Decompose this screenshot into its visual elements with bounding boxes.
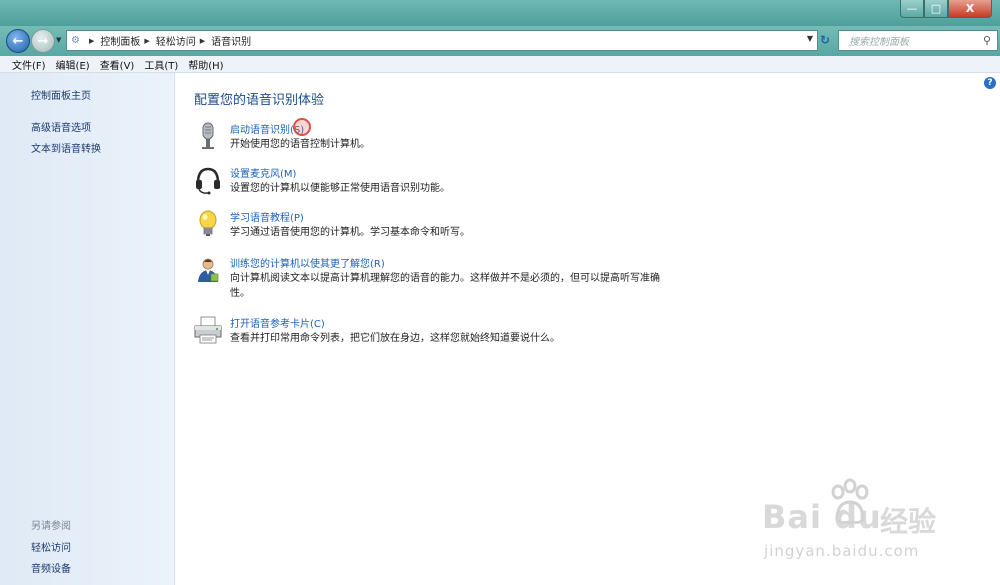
ease-of-access-link[interactable]: 轻松访问 bbox=[31, 539, 71, 554]
maximize-button[interactable]: □ bbox=[924, 0, 948, 18]
task-speech-reference-card: 打开语音参考卡片(C) 查看并打印常用命令列表，把它们放在身边，这样您就始终知道… bbox=[193, 315, 713, 349]
watermark-brand-cn: 经验 bbox=[880, 505, 937, 538]
close-button[interactable]: X bbox=[948, 0, 992, 18]
address-dropdown-icon[interactable]: ▼ bbox=[807, 34, 813, 43]
control-panel-icon: ⚙ bbox=[71, 35, 80, 46]
page-title: 配置您的语音识别体验 bbox=[194, 93, 325, 108]
train-computer-link[interactable]: 训练您的计算机以使其更了解您(R) bbox=[230, 255, 385, 270]
printer-icon bbox=[194, 316, 222, 344]
text-to-speech-link[interactable]: 文本到语音转换 bbox=[31, 140, 101, 155]
title-bar: — □ X bbox=[0, 0, 1000, 26]
task-description: 设置您的计算机以便能够正常使用语音识别功能。 bbox=[230, 183, 450, 194]
menu-edit[interactable]: 编辑(E) bbox=[56, 57, 90, 72]
menu-help[interactable]: 帮助(H) bbox=[188, 57, 223, 72]
back-button[interactable]: ← bbox=[6, 29, 30, 53]
help-icon[interactable]: ? bbox=[984, 77, 996, 89]
arrow-left-icon: ← bbox=[12, 33, 24, 49]
microphone-icon bbox=[202, 122, 214, 149]
see-also-heading: 另请参阅 bbox=[31, 521, 71, 532]
task-description: 开始使用您的语音控制计算机。 bbox=[230, 139, 370, 150]
address-bar[interactable]: ⚙ ▶ 控制面板 ▶ 轻松访问 ▶ 语音识别 ▼ bbox=[66, 30, 818, 51]
navigation-bar: ← → ▼ ⚙ ▶ 控制面板 ▶ 轻松访问 ▶ 语音识别 ▼ ↻ 搜索控制面板 … bbox=[0, 26, 1000, 56]
menu-tools[interactable]: 工具(T) bbox=[144, 57, 178, 72]
task-description: 向计算机阅读文本以提高计算机理解您的语音的能力。这样做并不是必须的，但可以提高听… bbox=[230, 273, 660, 299]
breadcrumb-item-control-panel[interactable]: 控制面板 bbox=[100, 33, 140, 48]
person-icon bbox=[198, 258, 219, 282]
menu-view[interactable]: 查看(V) bbox=[100, 57, 135, 72]
menu-file[interactable]: 文件(F) bbox=[12, 57, 46, 72]
set-up-microphone-link[interactable]: 设置麦克风(M) bbox=[230, 165, 296, 180]
watermark-brand: Bai du bbox=[762, 498, 882, 536]
task-speech-tutorial: 学习语音教程(P) 学习通过语音使用您的计算机。学习基本命令和听写。 bbox=[193, 209, 713, 243]
baidu-watermark: Bai du 经验 jingyan.baidu.com bbox=[762, 478, 992, 578]
task-start-speech-recognition: 启动语音识别(S) 开始使用您的语音控制计算机。 bbox=[193, 118, 713, 155]
breadcrumb-item-speech-recognition[interactable]: 语音识别 bbox=[211, 33, 251, 48]
window-controls: — □ X bbox=[900, 0, 992, 18]
search-input[interactable]: 搜索控制面板 bbox=[849, 33, 983, 48]
audio-devices-link[interactable]: 音频设备 bbox=[31, 560, 71, 575]
headset-icon bbox=[196, 167, 220, 195]
search-icon[interactable]: ⚲ bbox=[983, 34, 997, 47]
left-navigation-pane: 控制面板主页 高级语音选项 文本到语音转换 另请参阅 轻松访问 音频设备 bbox=[0, 73, 175, 585]
menu-bar: 文件(F) 编辑(E) 查看(V) 工具(T) 帮助(H) bbox=[0, 56, 1000, 73]
breadcrumb-separator-icon[interactable]: ▶ bbox=[89, 37, 94, 45]
task-set-up-microphone: 设置麦克风(M) 设置您的计算机以便能够正常使用语音识别功能。 bbox=[193, 165, 713, 199]
breadcrumb-item-ease-of-access[interactable]: 轻松访问 bbox=[156, 33, 196, 48]
watermark-url: jingyan.baidu.com bbox=[764, 542, 920, 560]
refresh-icon[interactable]: ↻ bbox=[820, 33, 830, 47]
control-panel-home-link[interactable]: 控制面板主页 bbox=[31, 87, 91, 102]
breadcrumb-separator-icon[interactable]: ▶ bbox=[200, 37, 205, 45]
cursor-highlight bbox=[293, 118, 311, 136]
forward-button[interactable]: → bbox=[31, 29, 55, 53]
task-train-computer: 训练您的计算机以使其更了解您(R) 向计算机阅读文本以提高计算机理解您的语音的能… bbox=[193, 255, 713, 305]
recent-pages-dropdown-icon[interactable]: ▼ bbox=[56, 36, 61, 44]
minimize-button[interactable]: — bbox=[900, 0, 924, 18]
breadcrumb-separator-icon[interactable]: ▶ bbox=[144, 37, 149, 45]
advanced-speech-options-link[interactable]: 高级语音选项 bbox=[31, 119, 91, 134]
task-description: 查看并打印常用命令列表，把它们放在身边，这样您就始终知道要说什么。 bbox=[230, 333, 560, 344]
speech-tutorial-link[interactable]: 学习语音教程(P) bbox=[230, 209, 304, 224]
arrow-right-icon: → bbox=[37, 33, 49, 49]
lightbulb-icon bbox=[199, 210, 217, 236]
speech-reference-card-link[interactable]: 打开语音参考卡片(C) bbox=[230, 315, 325, 330]
search-box[interactable]: 搜索控制面板 ⚲ bbox=[838, 30, 998, 51]
task-description: 学习通过语音使用您的计算机。学习基本命令和听写。 bbox=[230, 227, 470, 238]
